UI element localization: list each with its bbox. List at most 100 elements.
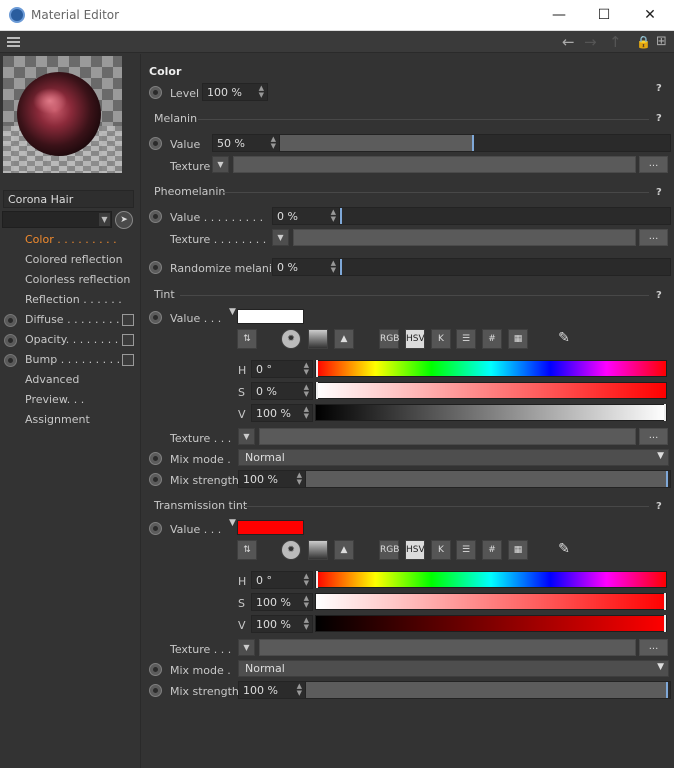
layer-dropdown[interactable]: ▼ — [2, 211, 112, 228]
tint-expand-chevron-icon[interactable]: ▼ — [229, 307, 236, 317]
diffuse-radio[interactable] — [4, 314, 17, 327]
tint-texture-menu[interactable]: ▼ — [238, 428, 255, 445]
pheomelanin-texture-more-button[interactable]: ... — [639, 229, 668, 246]
close-button[interactable]: ✕ — [627, 0, 673, 31]
pheomelanin-radio[interactable] — [149, 210, 162, 223]
color-wheel-toggle-icon[interactable]: ⇅ — [237, 329, 257, 349]
nav-bump[interactable]: Bump . . . . . . . . . — [25, 351, 120, 369]
tint-s-input[interactable]: 0 % ▲ ▼ — [251, 382, 313, 400]
material-preview[interactable] — [3, 56, 122, 173]
bump-checkbox[interactable] — [122, 354, 134, 366]
pheomelanin-texture-slot[interactable] — [293, 229, 636, 246]
tint-mix-strength-radio[interactable] — [149, 473, 162, 486]
spectrum-icon[interactable] — [308, 540, 328, 560]
tint-texture-more-button[interactable]: ... — [639, 428, 668, 445]
eyedropper-icon[interactable]: ✎ — [554, 540, 574, 560]
level-radio[interactable] — [149, 86, 162, 99]
diffuse-checkbox[interactable] — [122, 314, 134, 326]
opacity-radio[interactable] — [4, 334, 17, 347]
nav-colorless-reflection[interactable]: Colorless reflection — [25, 271, 130, 289]
randomize-slider[interactable] — [339, 258, 671, 276]
rgb-mode-button[interactable]: RGB — [379, 540, 399, 560]
melanin-texture-menu[interactable]: ▼ — [212, 156, 229, 173]
nav-color[interactable]: Color . . . . . . . . . — [25, 231, 117, 249]
randomize-radio[interactable] — [149, 261, 162, 274]
melanin-texture-slot[interactable] — [233, 156, 636, 173]
transmission-radio[interactable] — [149, 522, 162, 535]
help-icon[interactable]: ? — [656, 187, 662, 198]
transmission-hue-slider[interactable] — [315, 571, 667, 588]
kelvin-mode-button[interactable]: K — [431, 540, 451, 560]
minimize-button[interactable]: — — [536, 0, 582, 31]
transmission-expand-chevron-icon[interactable]: ▼ — [229, 518, 236, 528]
melanin-radio[interactable] — [149, 137, 162, 150]
pointer-pick-icon[interactable]: ➤ — [115, 211, 133, 229]
tint-mix-strength-slider[interactable] — [305, 470, 671, 488]
hsv-mode-button[interactable]: HSV — [405, 540, 425, 560]
transmission-saturation-slider[interactable] — [315, 593, 667, 610]
tint-mix-strength-input[interactable]: 100 % ▲ ▼ — [238, 470, 306, 488]
bump-radio[interactable] — [4, 354, 17, 367]
lock-icon[interactable]: 🔒 — [636, 32, 651, 52]
tint-saturation-slider[interactable] — [315, 382, 667, 399]
tint-mix-mode-dropdown[interactable]: Normal ▼ — [238, 449, 669, 466]
kelvin-mode-button[interactable]: K — [431, 329, 451, 349]
new-window-icon[interactable]: ⊞ — [656, 32, 667, 52]
material-name-field[interactable]: Corona Hair — [3, 190, 134, 208]
nav-opacity[interactable]: Opacity. . . . . . . . — [25, 331, 118, 349]
tint-hue-slider[interactable] — [315, 360, 667, 377]
color-wheel-icon[interactable]: ✹ — [281, 540, 301, 560]
melanin-value-input[interactable]: 50 % ▲ ▼ — [212, 134, 280, 152]
up-arrow-icon[interactable]: ↑ — [609, 32, 622, 52]
tint-value-slider[interactable] — [315, 404, 667, 421]
transmission-h-input[interactable]: 0 ° ▲ ▼ — [251, 571, 313, 589]
transmission-texture-more-button[interactable]: ... — [639, 639, 668, 656]
level-input[interactable]: 100 % ▲ ▼ — [202, 83, 268, 101]
hex-mode-button[interactable]: # — [482, 540, 502, 560]
transmission-color-swatch[interactable] — [237, 520, 304, 535]
transmission-mix-strength-input[interactable]: 100 % ▲ ▼ — [238, 681, 306, 699]
tint-color-swatch[interactable] — [237, 309, 304, 324]
pheomelanin-texture-menu[interactable]: ▼ — [272, 229, 289, 246]
transmission-value-slider[interactable] — [315, 615, 667, 632]
nav-assignment[interactable]: Assignment — [25, 411, 90, 429]
transmission-texture-slot[interactable] — [259, 639, 636, 656]
nav-reflection[interactable]: Reflection . . . . . . — [25, 291, 122, 309]
help-icon[interactable]: ? — [656, 113, 662, 124]
transmission-v-input[interactable]: 100 % ▲ ▼ — [251, 615, 313, 633]
melanin-texture-more-button[interactable]: ... — [639, 156, 668, 173]
forward-arrow-icon[interactable]: → — [584, 32, 597, 52]
help-icon[interactable]: ? — [656, 83, 662, 94]
back-arrow-icon[interactable]: ← — [562, 32, 575, 52]
tint-texture-slot[interactable] — [259, 428, 636, 445]
spectrum-icon[interactable] — [308, 329, 328, 349]
nav-preview[interactable]: Preview. . . — [25, 391, 84, 409]
transmission-mix-mode-radio[interactable] — [149, 663, 162, 676]
transmission-mix-strength-radio[interactable] — [149, 684, 162, 697]
tint-mix-mode-radio[interactable] — [149, 452, 162, 465]
rgb-mode-button[interactable]: RGB — [379, 329, 399, 349]
eyedropper-icon[interactable]: ✎ — [554, 329, 574, 349]
randomize-input[interactable]: 0 % ▲ ▼ — [272, 258, 340, 276]
nav-diffuse[interactable]: Diffuse . . . . . . . . — [25, 311, 120, 329]
image-picker-icon[interactable]: ▲ — [334, 329, 354, 349]
transmission-mix-strength-slider[interactable] — [305, 681, 671, 699]
transmission-texture-menu[interactable]: ▼ — [238, 639, 255, 656]
nav-colored-reflection[interactable]: Colored reflection — [25, 251, 123, 269]
opacity-checkbox[interactable] — [122, 334, 134, 346]
menu-icon[interactable] — [7, 37, 20, 47]
melanin-slider[interactable] — [279, 134, 671, 152]
help-icon[interactable]: ? — [656, 501, 662, 512]
tint-radio[interactable] — [149, 311, 162, 324]
color-wheel-icon[interactable]: ✹ — [281, 329, 301, 349]
tint-h-input[interactable]: 0 ° ▲ ▼ — [251, 360, 313, 378]
swatches-grid-icon[interactable]: ▦ — [508, 329, 528, 349]
maximize-button[interactable]: ☐ — [581, 0, 627, 31]
help-icon[interactable]: ? — [656, 290, 662, 301]
hex-mode-button[interactable]: # — [482, 329, 502, 349]
mixer-icon[interactable]: ☰ — [456, 540, 476, 560]
swatches-grid-icon[interactable]: ▦ — [508, 540, 528, 560]
tint-v-input[interactable]: 100 % ▲ ▼ — [251, 404, 313, 422]
transmission-mix-mode-dropdown[interactable]: Normal ▼ — [238, 660, 669, 677]
mixer-icon[interactable]: ☰ — [456, 329, 476, 349]
